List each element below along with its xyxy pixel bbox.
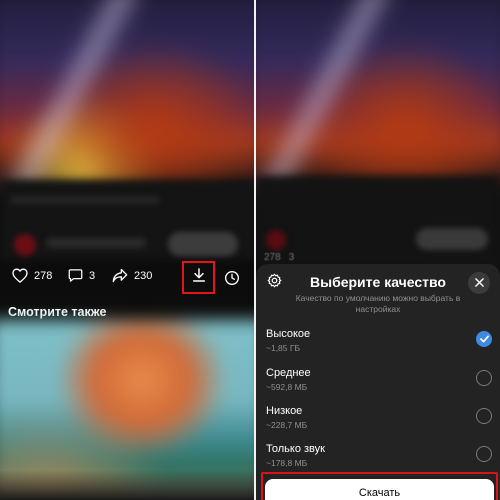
channel-avatar-blurred[interactable]: [14, 234, 36, 256]
quality-option-high[interactable]: Высокое ~1,85 ГБ: [266, 328, 492, 360]
close-icon: [474, 274, 484, 292]
clock-icon: [224, 271, 240, 290]
quality-option-audio-only[interactable]: Только звук ~178,8 МБ: [266, 443, 492, 475]
sheet-title: Выберите качество: [310, 274, 446, 290]
subscribe-button-blurred[interactable]: [168, 232, 238, 256]
check-icon: [479, 330, 489, 348]
dimmed-actions-bar: 278 3: [264, 252, 294, 263]
option-size: ~228,7 МБ: [266, 420, 308, 430]
video-player-blurred: [256, 0, 500, 188]
radio-unselected[interactable]: [476, 408, 492, 424]
dimmed-comment-count: 3: [288, 252, 295, 263]
like-button[interactable]: 278: [12, 268, 52, 283]
heart-icon: [12, 268, 28, 283]
option-label: Высокое: [266, 328, 311, 340]
quality-option-low[interactable]: Низкое ~228,7 МБ: [266, 405, 492, 437]
option-label: Только звук: [266, 443, 325, 455]
share-icon: [112, 268, 128, 283]
radio-unselected[interactable]: [476, 370, 492, 386]
video-title-blurred: [10, 196, 160, 204]
download-icon: [191, 267, 207, 288]
subscribe-button-blurred: [416, 228, 488, 250]
comment-button[interactable]: 3: [68, 268, 95, 283]
close-button[interactable]: [468, 272, 490, 294]
option-label: Среднее: [266, 367, 311, 379]
like-count: 278: [34, 269, 53, 282]
comment-icon: [68, 268, 83, 283]
option-size: ~1,85 ГБ: [266, 343, 301, 353]
quality-picker-screen: 278 3 Выберите качество Качество по умол…: [256, 0, 500, 500]
option-size: ~592,8 МБ: [266, 382, 308, 392]
radio-selected[interactable]: [476, 331, 492, 347]
comment-count: 3: [89, 269, 96, 282]
video-player-blurred[interactable]: [0, 0, 256, 188]
video-page-left: 278 3 230 Смотрите также: [0, 0, 256, 500]
channel-avatar-blurred: [266, 230, 286, 250]
sheet-subtitle: Качество по умолчанию можно выбрать в на…: [295, 293, 461, 314]
watch-later-button[interactable]: [224, 270, 240, 291]
quality-option-medium[interactable]: Среднее ~592,8 МБ: [266, 367, 492, 399]
share-button[interactable]: 230: [112, 268, 152, 283]
dimmed-like-count: 278: [264, 252, 281, 263]
share-count: 230: [134, 269, 153, 282]
download-confirm-button[interactable]: Скачать: [265, 479, 494, 500]
download-button[interactable]: [182, 261, 215, 294]
thumbnail-overlay: [0, 470, 256, 500]
channel-name-blurred: [46, 238, 146, 248]
video-actions-bar: 278 3 230: [0, 258, 256, 298]
radio-unselected[interactable]: [476, 446, 492, 462]
option-size: ~178,8 МБ: [266, 458, 308, 468]
option-label: Низкое: [266, 405, 303, 417]
see-also-heading: Смотрите также: [8, 305, 107, 319]
quality-bottom-sheet: Выберите качество Качество по умолчанию …: [256, 264, 500, 500]
